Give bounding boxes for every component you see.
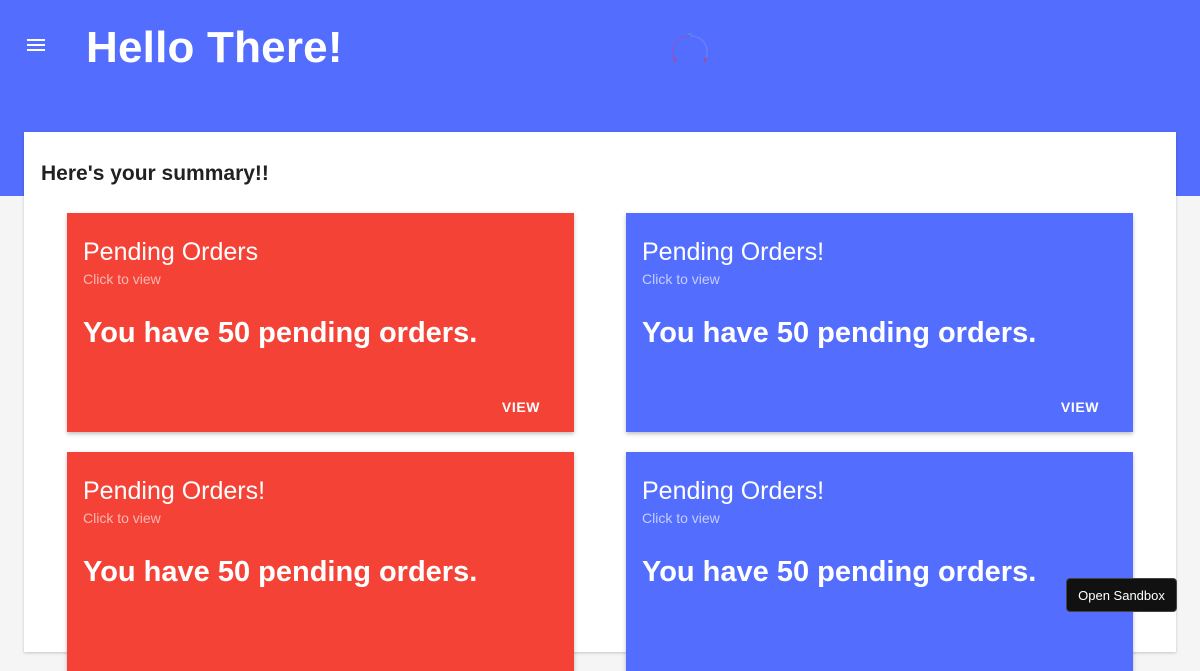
open-sandbox-button[interactable]: Open Sandbox [1066, 578, 1177, 612]
view-button[interactable]: VIEW [1045, 392, 1115, 422]
card-body-text: You have 50 pending orders. [83, 317, 478, 349]
hamburger-menu-icon [27, 39, 45, 51]
summary-card[interactable]: Pending Orders! Click to view You have 5… [626, 213, 1133, 432]
card-body-text: You have 50 pending orders. [642, 556, 1037, 588]
page-title: Hello There! [86, 23, 343, 72]
card-subtitle: Click to view [642, 271, 720, 287]
summary-heading: Here's your summary!! [41, 162, 269, 185]
card-title: Pending Orders! [642, 238, 825, 266]
card-title: Pending Orders! [83, 477, 266, 505]
card-body-text: You have 50 pending orders. [642, 317, 1037, 349]
card-subtitle: Click to view [642, 510, 720, 526]
card-subtitle: Click to view [83, 271, 161, 287]
summary-card[interactable]: Pending Orders! Click to view You have 5… [626, 452, 1133, 671]
summary-card[interactable]: Pending Orders! Click to view You have 5… [67, 452, 574, 671]
menu-button[interactable] [16, 25, 56, 65]
card-title: Pending Orders [83, 238, 259, 266]
view-button[interactable]: VIEW [486, 392, 556, 422]
loading-spinner-icon [672, 33, 708, 63]
summary-panel: Here's your summary!! Pending Orders Cli… [24, 132, 1176, 671]
card-title: Pending Orders! [642, 477, 825, 505]
summary-card[interactable]: Pending Orders Click to view You have 50… [67, 213, 574, 432]
card-subtitle: Click to view [83, 510, 161, 526]
card-body-text: You have 50 pending orders. [83, 556, 478, 588]
